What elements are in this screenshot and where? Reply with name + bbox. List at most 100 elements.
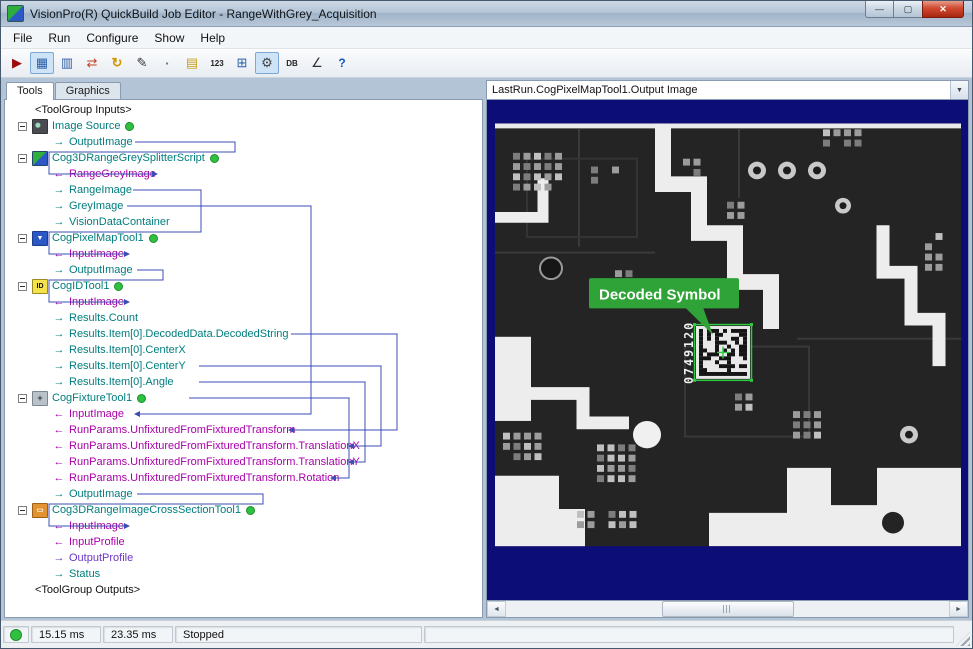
tree-terminal-idtool-inputimage[interactable]: InputImage [5, 294, 482, 310]
resize-grip[interactable] [956, 632, 970, 646]
collapse-icon[interactable] [18, 154, 27, 163]
profile-plot-button[interactable]: ∠ [305, 52, 329, 74]
show-job-window-button[interactable]: ▦ [30, 52, 54, 74]
status-dot [125, 122, 134, 131]
tree-item-cogidtool1[interactable]: IDCogIDTool1 [5, 278, 482, 294]
callout-label: Decoded Symbol [599, 288, 721, 304]
tree-terminal-angle[interactable]: Results.Item[0].Angle [5, 374, 482, 390]
right-pane: LastRun.CogPixelMapTool1.Output Image ▼ [486, 80, 969, 618]
close-button[interactable]: ✕ [922, 1, 964, 18]
maximize-button[interactable]: ▢ [894, 1, 922, 18]
show-grid-button[interactable]: ⊞ [230, 52, 254, 74]
input-arrow-icon [51, 408, 67, 420]
scrollbar-grip-icon [723, 605, 732, 613]
menu-file[interactable]: File [5, 29, 40, 47]
display-selector[interactable]: LastRun.CogPixelMapTool1.Output Image ▼ [486, 80, 969, 100]
marker-button[interactable]: ▪ [155, 52, 179, 74]
tree-terminal-status[interactable]: Status [5, 566, 482, 582]
input-arrow-icon [51, 472, 67, 484]
tree-item-cog3drangegreysplitterscript[interactable]: Cog3DRangeGreySplitterScript [5, 150, 482, 166]
tree-terminal-visiondatacontainer[interactable]: VisionDataContainer [5, 214, 482, 230]
menu-bar: File Run Configure Show Help [1, 27, 972, 49]
run-job-button[interactable]: ▶ [5, 52, 29, 74]
tree-terminal-rotation[interactable]: RunParams.UnfixturedFromFixturedTransfor… [5, 470, 482, 486]
help-button[interactable]: ? [330, 52, 354, 74]
tree-item-toolgroup-inputs[interactable]: <ToolGroup Inputs> [5, 102, 482, 118]
camera-icon [32, 119, 48, 134]
profile-output-arrow-icon [51, 552, 67, 564]
tree-item-cogpixelmaptool1[interactable]: ▼CogPixelMapTool1 [5, 230, 482, 246]
tree-terminal-translationx[interactable]: RunParams.UnfixturedFromFixturedTransfor… [5, 438, 482, 454]
horizontal-scrollbar[interactable]: ◄ ► [486, 601, 969, 618]
tree-item-image-source[interactable]: Image Source [5, 118, 482, 134]
image-display[interactable]: 0749120 Decoded Symbol [486, 100, 969, 601]
menu-run[interactable]: Run [40, 29, 78, 47]
app-icon [7, 5, 24, 22]
status-dot [114, 282, 123, 291]
time-panel-2: 23.35 ms [103, 626, 173, 643]
tree-terminal-centerx[interactable]: Results.Item[0].CenterX [5, 342, 482, 358]
dropdown-arrow-icon[interactable]: ▼ [950, 81, 968, 99]
input-arrow-icon [51, 424, 67, 436]
scrollbar-track[interactable] [506, 601, 949, 617]
tree-terminal-fixture-outputimage[interactable]: OutputImage [5, 486, 482, 502]
toolbar: ▶ ▦ ▥ ⇄ ↻ ✎ ▪ ▤ 123 ⊞ ⚙ DB ∠ ? [1, 49, 972, 78]
tree-terminal-inputprofile[interactable]: InputProfile [5, 534, 482, 550]
output-arrow-icon [51, 344, 67, 356]
tree-terminal-rangeimage[interactable]: RangeImage [5, 182, 482, 198]
status-dot [246, 506, 255, 515]
fixture-tool-icon: + [32, 391, 48, 406]
scroll-left-button[interactable]: ◄ [487, 601, 506, 617]
menu-help[interactable]: Help [192, 29, 233, 47]
tree-terminal-outputprofile[interactable]: OutputProfile [5, 550, 482, 566]
tree-item-cog3drangeimagecrosssectiontool1[interactable]: ▭Cog3DRangeImageCrossSectionTool1 [5, 502, 482, 518]
cross-section-tool-icon: ▭ [32, 503, 48, 518]
status-dot [149, 234, 158, 243]
tree-terminal-rangegreyimage[interactable]: RangeGreyImage [5, 166, 482, 182]
tree-item-toolgroup-outputs[interactable]: <ToolGroup Outputs> [5, 582, 482, 598]
output-arrow-icon [51, 216, 67, 228]
menu-show[interactable]: Show [146, 29, 192, 47]
rerun-button[interactable]: ↻ [105, 52, 129, 74]
show-toolgroup-button[interactable]: ▥ [55, 52, 79, 74]
import-export-button[interactable]: ⇄ [80, 52, 104, 74]
edit-mode-button[interactable]: ✎ [130, 52, 154, 74]
collapse-icon[interactable] [18, 506, 27, 515]
minimize-button[interactable]: — [865, 1, 894, 18]
tree-terminal-crosssection-inputimage[interactable]: InputImage [5, 518, 482, 534]
scroll-right-button[interactable]: ► [949, 601, 968, 617]
input-arrow-icon [51, 536, 67, 548]
tree-terminal-unfixtured-transform[interactable]: RunParams.UnfixturedFromFixturedTransfor… [5, 422, 482, 438]
tree-terminal-results-count[interactable]: Results.Count [5, 310, 482, 326]
tree-item-cogfixturetool1[interactable]: +CogFixtureTool1 [5, 390, 482, 406]
tree-terminal-decodedstring[interactable]: Results.Item[0].DecodedData.DecodedStrin… [5, 326, 482, 342]
edit-notes-button[interactable]: ▤ [180, 52, 204, 74]
scrollbar-thumb[interactable] [662, 601, 794, 617]
status-dot [137, 394, 146, 403]
output-arrow-icon [51, 568, 67, 580]
tree-terminal-fixture-inputimage[interactable]: InputImage [5, 406, 482, 422]
posted-items-button[interactable]: 123 [205, 52, 229, 74]
collapse-icon[interactable] [18, 282, 27, 291]
tool-settings-button[interactable]: ⚙ [255, 52, 279, 74]
collapse-icon[interactable] [18, 394, 27, 403]
tool-tree-panel: <ToolGroup Inputs> Image Source OutputIm… [4, 99, 483, 618]
tree-terminal-pixelmap-outputimage[interactable]: OutputImage [5, 262, 482, 278]
app-window: VisionPro(R) QuickBuild Job Editor - Ran… [0, 0, 973, 649]
collapse-icon[interactable] [18, 122, 27, 131]
tree-terminal-imagesource-outputimage[interactable]: OutputImage [5, 134, 482, 150]
tree-terminal-centery[interactable]: Results.Item[0].CenterY [5, 358, 482, 374]
tab-graphics[interactable]: Graphics [55, 82, 121, 99]
output-arrow-icon [51, 312, 67, 324]
state-panel: Stopped [175, 626, 422, 643]
collapse-icon[interactable] [18, 234, 27, 243]
menu-configure[interactable]: Configure [78, 29, 146, 47]
data-access-button[interactable]: DB [280, 52, 304, 74]
tree-terminal-greyimage[interactable]: GreyImage [5, 198, 482, 214]
tab-tools[interactable]: Tools [6, 82, 54, 100]
tree-terminal-pixelmap-inputimage[interactable]: InputImage [5, 246, 482, 262]
output-arrow-icon [51, 200, 67, 212]
left-pane: Tools Graphics <ToolGroup Inputs> Image … [4, 80, 483, 618]
script-tool-icon [32, 151, 48, 166]
tree-terminal-translationy[interactable]: RunParams.UnfixturedFromFixturedTransfor… [5, 454, 482, 470]
